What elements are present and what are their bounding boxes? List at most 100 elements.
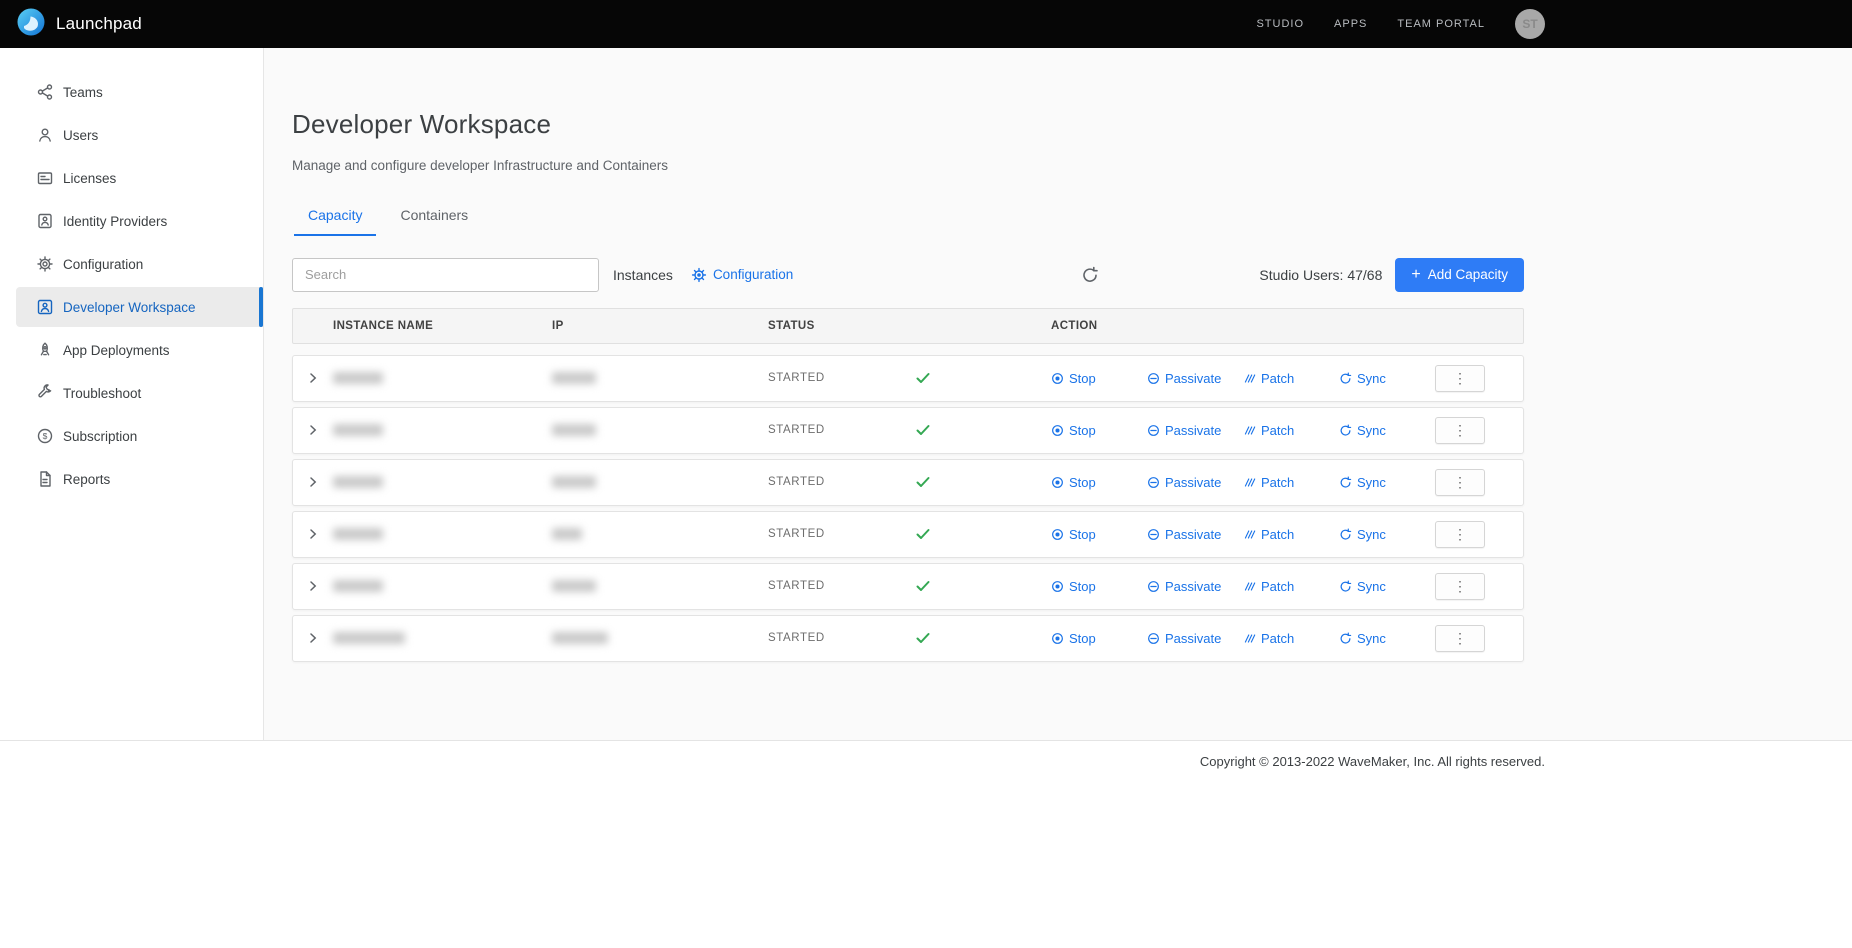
patch-action[interactable]: Patch: [1243, 631, 1339, 646]
configuration-link[interactable]: Configuration: [691, 267, 793, 283]
sidebar-item-troubleshoot[interactable]: Troubleshoot: [16, 373, 263, 413]
stop-icon: [1051, 632, 1064, 645]
sidebar-item-identity-providers[interactable]: Identity Providers: [16, 201, 263, 241]
passivate-icon: [1147, 528, 1160, 541]
passivate-action-label: Passivate: [1165, 631, 1221, 646]
chevron-right-icon: [306, 371, 320, 385]
passivate-action[interactable]: Passivate: [1147, 371, 1243, 386]
table-row: STARTED Stop Passivate: [292, 615, 1524, 662]
refresh-button[interactable]: [1081, 266, 1099, 284]
patch-action[interactable]: Patch: [1243, 371, 1339, 386]
patch-action[interactable]: Patch: [1243, 579, 1339, 594]
footer: Copyright © 2013-2022 WaveMaker, Inc. Al…: [0, 740, 1852, 948]
sidebar-item-app-deployments[interactable]: App Deployments: [16, 330, 263, 370]
add-capacity-button[interactable]: + Add Capacity: [1395, 258, 1524, 292]
status-check-icon: [915, 578, 931, 594]
row-more-button[interactable]: ⋮: [1435, 365, 1485, 392]
passivate-action[interactable]: Passivate: [1147, 475, 1243, 490]
stop-action[interactable]: Stop: [1051, 423, 1147, 438]
sync-action[interactable]: Sync: [1339, 527, 1435, 542]
status-badge: STARTED: [768, 476, 825, 488]
page-subtitle: Manage and configure developer Infrastru…: [292, 158, 1852, 173]
sync-action[interactable]: Sync: [1339, 579, 1435, 594]
action-cell: Stop Passivate Patch Sync: [1051, 365, 1527, 392]
stop-icon: [1051, 528, 1064, 541]
status-check-icon: [915, 474, 931, 490]
passivate-action[interactable]: Passivate: [1147, 527, 1243, 542]
identity-providers-icon: [36, 212, 54, 230]
sync-icon: [1339, 580, 1352, 593]
patch-action-label: Patch: [1261, 527, 1294, 542]
users-icon: [36, 126, 54, 144]
ip-redacted: [552, 372, 596, 384]
passivate-action[interactable]: Passivate: [1147, 631, 1243, 646]
row-expand-button[interactable]: [293, 423, 333, 437]
row-expand-button[interactable]: [293, 579, 333, 593]
row-more-button[interactable]: ⋮: [1435, 469, 1485, 496]
row-expand-button[interactable]: [293, 631, 333, 645]
ip-cell: [552, 476, 768, 488]
passivate-icon: [1147, 476, 1160, 489]
search-input[interactable]: [292, 258, 599, 292]
passivate-action[interactable]: Passivate: [1147, 423, 1243, 438]
sync-action[interactable]: Sync: [1339, 631, 1435, 646]
row-expand-button[interactable]: [293, 527, 333, 541]
instance-name-redacted: [333, 632, 405, 644]
sync-action[interactable]: Sync: [1339, 371, 1435, 386]
stop-icon: [1051, 580, 1064, 593]
row-more-button[interactable]: ⋮: [1435, 573, 1485, 600]
passivate-action[interactable]: Passivate: [1147, 579, 1243, 594]
sidebar-item-users[interactable]: Users: [16, 115, 263, 155]
stop-action[interactable]: Stop: [1051, 475, 1147, 490]
sidebar-item-label: Reports: [63, 472, 110, 487]
stop-action[interactable]: Stop: [1051, 371, 1147, 386]
patch-action[interactable]: Patch: [1243, 423, 1339, 438]
topnav-team-portal[interactable]: TEAM PORTAL: [1397, 18, 1485, 30]
stop-action[interactable]: Stop: [1051, 579, 1147, 594]
chevron-right-icon: [306, 527, 320, 541]
instance-name-redacted: [333, 580, 383, 592]
sidebar-item-configuration[interactable]: Configuration: [16, 244, 263, 284]
user-avatar[interactable]: ST: [1515, 9, 1545, 39]
row-expand-button[interactable]: [293, 371, 333, 385]
sync-action[interactable]: Sync: [1339, 475, 1435, 490]
tab-capacity[interactable]: Capacity: [294, 199, 376, 236]
instance-name-redacted: [333, 424, 383, 436]
sidebar-item-subscription[interactable]: $ Subscription: [16, 416, 263, 456]
tab-containers[interactable]: Containers: [386, 199, 482, 236]
patch-action[interactable]: Patch: [1243, 475, 1339, 490]
passivate-action-label: Passivate: [1165, 423, 1221, 438]
instance-name-cell: [333, 632, 552, 644]
instance-name-redacted: [333, 528, 383, 540]
ip-cell: [552, 372, 768, 384]
chevron-right-icon: [306, 631, 320, 645]
patch-action-label: Patch: [1261, 475, 1294, 490]
topnav-apps[interactable]: APPS: [1334, 18, 1367, 30]
status-badge: STARTED: [768, 580, 825, 592]
sidebar-item-reports[interactable]: Reports: [16, 459, 263, 499]
header-action: ACTION: [1051, 320, 1523, 332]
stop-action[interactable]: Stop: [1051, 631, 1147, 646]
sidebar-item-label: Identity Providers: [63, 214, 167, 229]
topnav-studio[interactable]: STUDIO: [1256, 18, 1304, 30]
stop-action-label: Stop: [1069, 371, 1096, 386]
ip-redacted: [552, 632, 608, 644]
row-more-button[interactable]: ⋮: [1435, 625, 1485, 652]
table-row: STARTED Stop Passivate: [292, 459, 1524, 506]
stop-icon: [1051, 476, 1064, 489]
row-more-button[interactable]: ⋮: [1435, 417, 1485, 444]
sidebar-item-teams[interactable]: Teams: [16, 72, 263, 112]
brand[interactable]: Launchpad: [16, 7, 142, 42]
passivate-icon: [1147, 424, 1160, 437]
plus-icon: +: [1411, 267, 1420, 283]
sidebar-item-developer-workspace[interactable]: Developer Workspace: [16, 287, 263, 327]
stop-action[interactable]: Stop: [1051, 527, 1147, 542]
patch-action[interactable]: Patch: [1243, 527, 1339, 542]
sync-action[interactable]: Sync: [1339, 423, 1435, 438]
app-deployments-icon: [36, 341, 54, 359]
row-more-button[interactable]: ⋮: [1435, 521, 1485, 548]
chevron-right-icon: [306, 423, 320, 437]
row-expand-button[interactable]: [293, 475, 333, 489]
sidebar-item-licenses[interactable]: Licenses: [16, 158, 263, 198]
kebab-icon: ⋮: [1453, 578, 1467, 595]
